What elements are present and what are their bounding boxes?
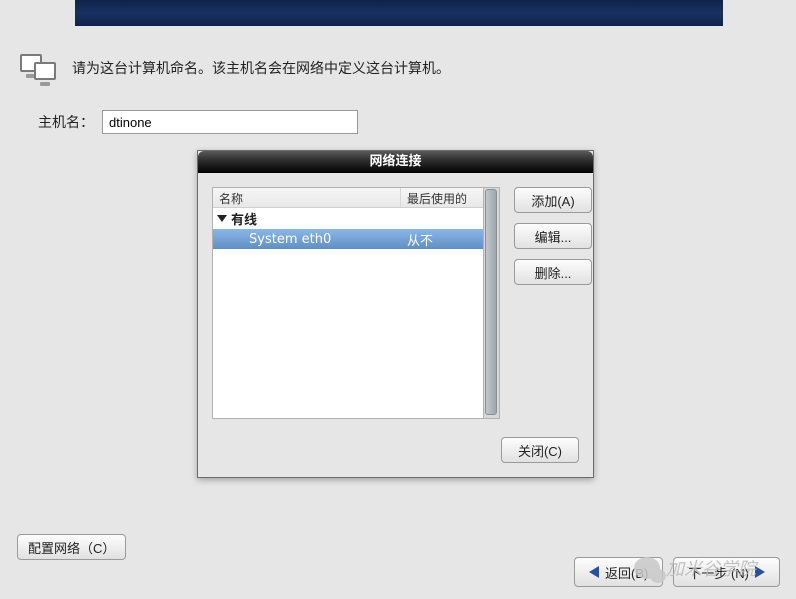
list-scrollbar[interactable]	[484, 187, 500, 419]
list-header: 名称 最后使用的	[213, 188, 483, 208]
back-button-label: 返回(B)	[605, 563, 648, 582]
dialog-title: 网络连接	[198, 151, 593, 173]
next-button[interactable]: 下一步 (N)	[673, 557, 780, 587]
configure-network-button[interactable]: 配置网络（C）	[17, 534, 126, 560]
group-wired[interactable]: 有线	[213, 208, 483, 229]
configure-network-row: 配置网络（C）	[17, 534, 126, 560]
hostname-row: 主机名：	[38, 110, 358, 134]
close-button[interactable]: 关闭(C)	[501, 437, 579, 463]
chevron-down-icon	[217, 215, 227, 222]
dialog-footer: 关闭(C)	[198, 433, 593, 477]
list-item-last-used: 从不	[401, 230, 483, 249]
column-header-name[interactable]: 名称	[213, 188, 401, 207]
arrow-left-icon	[589, 566, 599, 578]
arrow-right-icon	[755, 566, 765, 578]
connection-list-wrap: 名称 最后使用的 有线 System eth0 从不	[212, 187, 500, 419]
hostname-input[interactable]	[102, 110, 358, 134]
edit-button[interactable]: 编辑...	[514, 223, 592, 249]
column-header-last-used[interactable]: 最后使用的	[401, 188, 483, 207]
list-item[interactable]: System eth0 从不	[213, 229, 483, 249]
network-connections-dialog: 网络连接 名称 最后使用的 有线 System eth0 从不	[197, 150, 594, 478]
instruction-text: 请为这台计算机命名。该主机名会在网络中定义这台计算机。	[72, 58, 450, 78]
next-button-label: 下一步 (N)	[688, 563, 749, 582]
add-button[interactable]: 添加(A)	[514, 187, 592, 213]
back-button[interactable]: 返回(B)	[574, 557, 663, 587]
dialog-side-buttons: 添加(A) 编辑... 删除...	[514, 187, 592, 419]
delete-button[interactable]: 删除...	[514, 259, 592, 285]
dialog-body: 名称 最后使用的 有线 System eth0 从不 添加(A) 编辑... 删…	[198, 173, 593, 433]
group-label: 有线	[231, 209, 257, 228]
hostname-label: 主机名：	[38, 112, 94, 132]
instruction-row: 请为这台计算机命名。该主机名会在网络中定义这台计算机。	[20, 52, 450, 84]
list-item-name: System eth0	[213, 232, 401, 247]
connection-list[interactable]: 名称 最后使用的 有线 System eth0 从不	[212, 187, 484, 419]
top-banner	[75, 0, 723, 26]
computers-icon	[20, 52, 60, 84]
wizard-nav: 返回(B) 下一步 (N)	[574, 557, 780, 587]
scrollbar-thumb[interactable]	[485, 189, 497, 415]
